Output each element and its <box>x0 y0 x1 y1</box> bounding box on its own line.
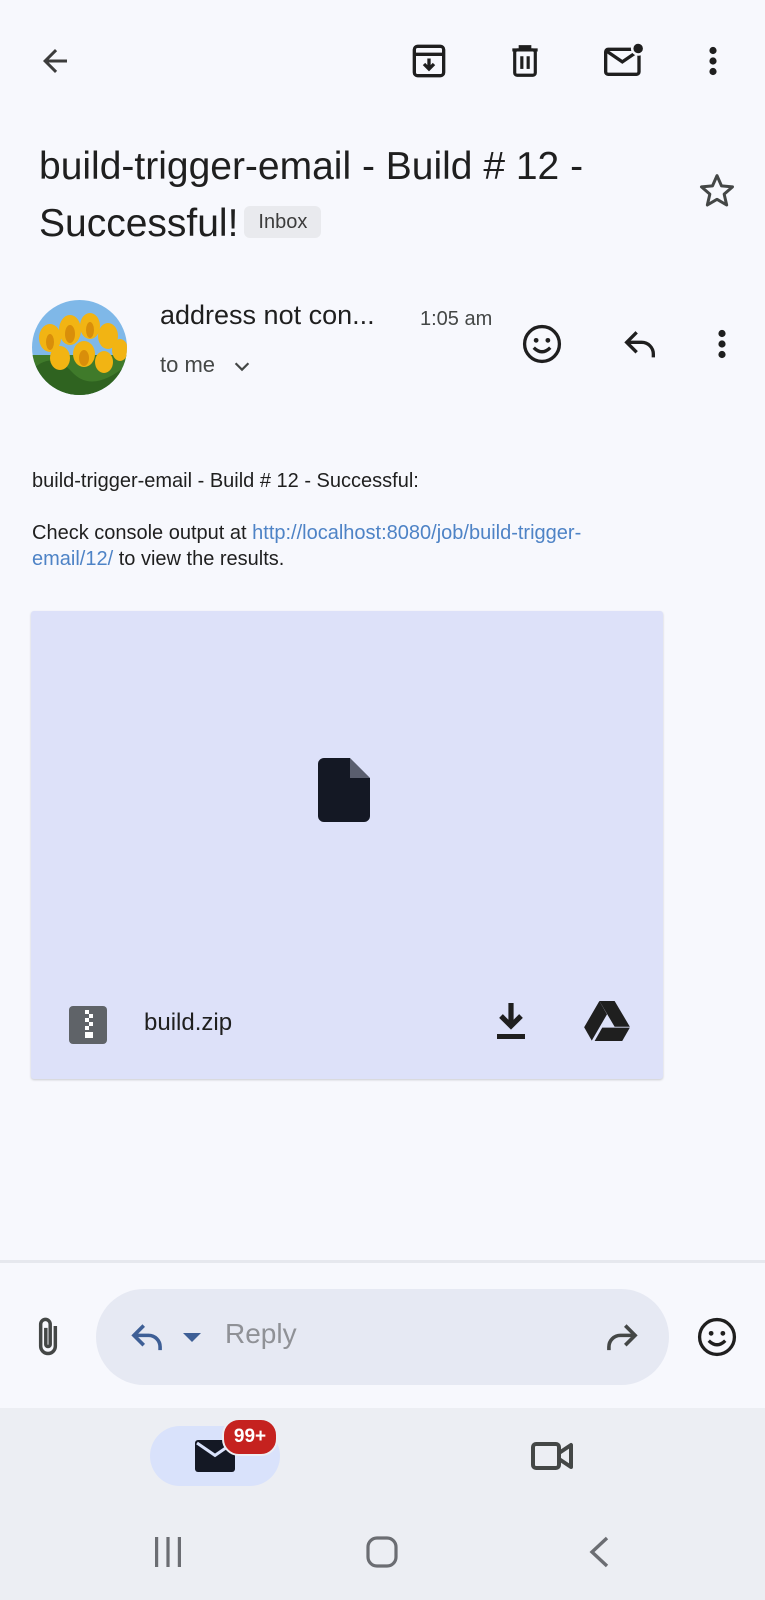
reply-icon <box>624 331 655 358</box>
reply-icon <box>131 1324 162 1351</box>
sender-name[interactable]: address not con... <box>160 300 375 331</box>
forward-button[interactable] <box>598 1314 646 1360</box>
add-reaction-button[interactable] <box>514 316 570 372</box>
attachment-card[interactable] <box>31 611 663 1079</box>
sender-avatar[interactable] <box>32 300 127 395</box>
recipient-details[interactable]: to me <box>160 352 253 378</box>
reply-button[interactable] <box>612 316 668 372</box>
meet-tab[interactable] <box>526 1432 580 1480</box>
email-subject: build-trigger-email - Build # 12 - Succe… <box>39 138 649 252</box>
emoji-icon <box>522 324 562 364</box>
delete-button[interactable] <box>498 34 552 88</box>
reply-type-button[interactable] <box>120 1314 210 1360</box>
console-link[interactable]: http://localhost:8080/job/build-trigger- <box>252 522 581 544</box>
file-preview-icon <box>318 758 370 822</box>
archive-icon <box>412 44 446 78</box>
emoji-icon <box>697 1317 737 1357</box>
body-line-2-suffix: to view the results. <box>113 548 285 570</box>
chevron-left-icon <box>589 1536 609 1568</box>
divider <box>0 1260 765 1263</box>
back-button[interactable] <box>28 34 82 88</box>
inbox-label-chip[interactable]: Inbox <box>244 205 322 238</box>
recipient-text: to me <box>160 352 216 377</box>
arrow-left-icon <box>43 49 67 73</box>
mark-unread-button[interactable] <box>596 34 652 88</box>
more-vert-icon <box>709 46 717 76</box>
download-button[interactable] <box>488 998 534 1044</box>
mail-unread-icon <box>604 41 646 76</box>
message-more-button[interactable] <box>694 316 750 372</box>
save-to-drive-button[interactable] <box>580 998 634 1044</box>
archive-button[interactable] <box>402 34 456 88</box>
email-time: 1:05 am <box>420 308 493 330</box>
recent-apps-button[interactable] <box>146 1530 190 1574</box>
email-body: build-trigger-email - Build # 12 - Succe… <box>32 468 672 572</box>
recent-apps-icon <box>155 1537 181 1567</box>
google-drive-icon <box>584 1001 630 1041</box>
more-options-button[interactable] <box>686 34 740 88</box>
caret-down-icon <box>183 1333 201 1342</box>
system-back-button[interactable] <box>578 1530 622 1574</box>
reply-placeholder[interactable]: Reply <box>225 1318 297 1350</box>
zip-icon <box>69 1006 107 1044</box>
console-link-part2[interactable]: email/12/ <box>32 548 113 570</box>
attach-button[interactable] <box>26 1312 70 1362</box>
star-icon <box>700 174 734 207</box>
chevron-down-icon <box>234 362 250 372</box>
reply-emoji-button[interactable] <box>692 1312 742 1362</box>
attachment-filename[interactable]: build.zip <box>144 1009 232 1037</box>
console-link-part1[interactable]: http://localhost:8080/job/build-trigger- <box>252 522 581 544</box>
forward-icon <box>607 1324 638 1351</box>
paperclip-icon <box>38 1317 58 1356</box>
body-line-2: Check console output at http://localhost… <box>32 520 672 572</box>
home-icon <box>366 1536 398 1568</box>
trash-icon <box>512 45 538 77</box>
star-button[interactable] <box>692 166 742 216</box>
body-line-1: build-trigger-email - Build # 12 - Succe… <box>32 470 419 492</box>
unread-count-badge: 99+ <box>222 1418 278 1456</box>
more-vert-icon <box>718 329 726 359</box>
video-camera-icon <box>531 1442 573 1470</box>
home-button[interactable] <box>360 1530 404 1574</box>
body-line-2-prefix: Check console output at <box>32 522 253 544</box>
download-icon <box>497 1003 525 1039</box>
